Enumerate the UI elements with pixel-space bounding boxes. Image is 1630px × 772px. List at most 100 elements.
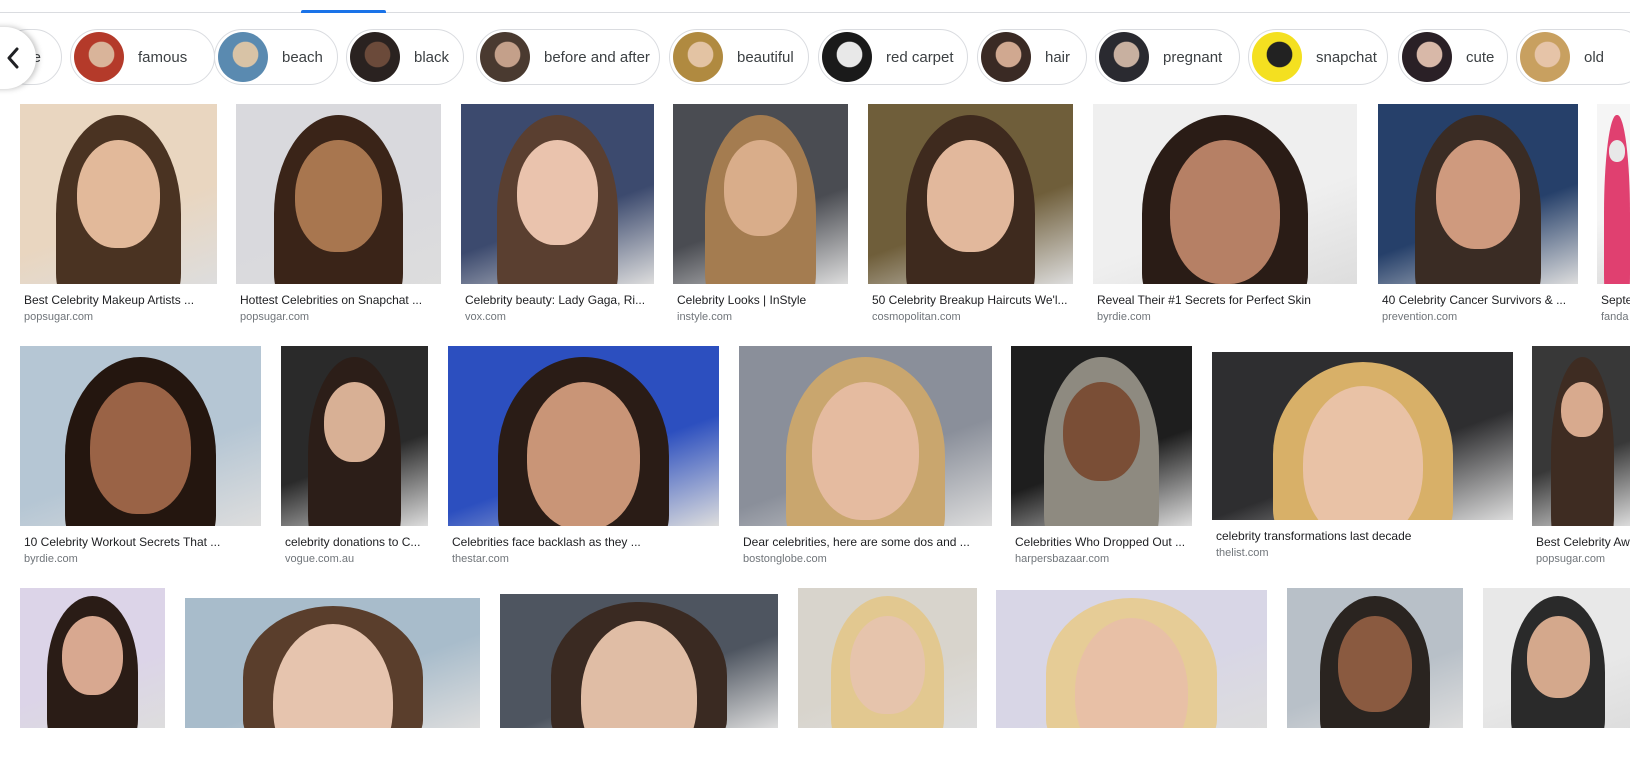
image-result[interactable]: Hottest Celebrities on Snapchat ... popsu… — [236, 104, 441, 328]
result-thumbnail — [996, 590, 1267, 728]
result-source[interactable]: prevention.com — [1382, 311, 1457, 323]
related-searches-chips: e famous beach black before and after beautif… — [0, 29, 1630, 87]
image-result[interactable]: Celebrities Who Dropped Out ... harpersba… — [1011, 346, 1192, 570]
result-source[interactable]: byrdie.com — [24, 553, 78, 565]
result-thumbnail — [1011, 346, 1192, 526]
chip-old[interactable]: old — [1516, 29, 1630, 85]
portrait-face — [1526, 616, 1590, 698]
chip-red-carpet[interactable]: red carpet — [818, 29, 968, 85]
result-thumbnail — [448, 346, 719, 526]
result-thumbnail — [1532, 346, 1630, 526]
result-title[interactable]: Celebrity Looks | InStyle — [677, 293, 846, 307]
result-title[interactable]: Dear celebrities, here are some dos and … — [743, 535, 990, 549]
chip-famous[interactable]: famous — [70, 29, 215, 85]
image-result[interactable]: Dear celebrities, here are some dos and … — [739, 346, 992, 570]
result-source[interactable]: popsugar.com — [240, 311, 309, 323]
result-source[interactable]: vogue.com.au — [285, 553, 354, 565]
chip-label: old — [1584, 48, 1605, 66]
chip-thumbnail — [1099, 32, 1149, 82]
result-title[interactable]: Septe — [1601, 293, 1630, 307]
image-result[interactable]: 10 Celebrity Workout Secrets That ... byr… — [20, 346, 261, 570]
image-result[interactable]: celebrity transformations last decade the… — [1212, 352, 1513, 564]
chip-thumbnail — [350, 32, 400, 82]
chip-snapchat[interactable]: snapchat — [1248, 29, 1388, 85]
image-result[interactable]: Best Celebrity Makeup Artists ... popsuga… — [20, 104, 217, 328]
result-thumbnail — [1287, 588, 1463, 728]
header-divider — [0, 12, 1630, 13]
result-title[interactable]: Reveal Their #1 Secrets for Perfect Skin — [1097, 293, 1355, 307]
result-title[interactable]: Celebrity beauty: Lady Gaga, Ri... — [465, 293, 652, 307]
image-result[interactable]: Reveal Their #1 Secrets for Perfect Skin… — [1093, 104, 1357, 328]
portrait-face — [1338, 616, 1412, 713]
result-thumbnail — [185, 598, 480, 728]
result-title[interactable]: celebrity donations to C... — [285, 535, 426, 549]
result-thumbnail — [1378, 104, 1578, 284]
chip-cute[interactable]: cute — [1398, 29, 1508, 85]
chip-thumbnail — [1402, 32, 1452, 82]
result-title[interactable]: celebrity transformations last decade — [1216, 529, 1511, 543]
result-source[interactable]: thelist.com — [1216, 547, 1269, 559]
chip-thumbnail — [480, 32, 530, 82]
image-result[interactable]: celebrity donations to C... vogue.com.au — [281, 346, 428, 570]
result-thumbnail — [868, 104, 1073, 284]
chip-black[interactable]: black — [346, 29, 464, 85]
chip-label: snapchat — [1316, 48, 1377, 66]
chip-thumbnail — [981, 32, 1031, 82]
result-thumbnail — [739, 346, 992, 526]
image-result[interactable]: Best Celebrity Aw popsugar.com — [1532, 346, 1630, 570]
chip-label: before and after — [544, 48, 650, 66]
chip-before-and-after[interactable]: before and after — [476, 29, 660, 85]
result-thumbnail — [1093, 104, 1357, 284]
image-result[interactable]: 50 Celebrity Breakup Haircuts We'l... cos… — [868, 104, 1073, 328]
result-source[interactable]: bostonglobe.com — [743, 553, 827, 565]
result-title[interactable]: 40 Celebrity Cancer Survivors & ... — [1382, 293, 1576, 307]
portrait-face — [849, 616, 926, 714]
portrait-face — [927, 140, 1014, 252]
portrait-face — [516, 140, 599, 246]
chip-thumbnail — [1252, 32, 1302, 82]
result-source[interactable]: vox.com — [465, 311, 506, 323]
result-title[interactable]: Best Celebrity Aw — [1536, 535, 1630, 549]
result-source[interactable]: fanda — [1601, 311, 1629, 323]
image-result[interactable]: 40 Celebrity Cancer Survivors & ... preve… — [1378, 104, 1578, 328]
chip-label: famous — [138, 48, 188, 66]
image-result[interactable] — [185, 598, 480, 772]
result-title[interactable]: 50 Celebrity Breakup Haircuts We'l... — [872, 293, 1071, 307]
portrait-face — [62, 616, 123, 696]
chip-beautiful[interactable]: beautiful — [669, 29, 809, 85]
chip-pregnant[interactable]: pregnant — [1095, 29, 1240, 85]
result-source[interactable]: cosmopolitan.com — [872, 311, 961, 323]
portrait-face — [723, 140, 798, 236]
image-result[interactable] — [20, 588, 165, 772]
image-result[interactable]: Celebrity beauty: Lady Gaga, Ri... vox.co… — [461, 104, 654, 328]
result-source[interactable]: harpersbazaar.com — [1015, 553, 1109, 565]
result-title[interactable]: Celebrities Who Dropped Out ... — [1015, 535, 1190, 549]
result-source[interactable]: popsugar.com — [1536, 553, 1605, 565]
chevron-left-icon — [7, 47, 19, 69]
result-source[interactable]: byrdie.com — [1097, 311, 1151, 323]
image-result[interactable]: Celebrities face backlash as they ... the… — [448, 346, 719, 570]
image-result[interactable] — [500, 594, 778, 772]
image-result[interactable] — [1483, 588, 1630, 772]
result-title[interactable]: Celebrities face backlash as they ... — [452, 535, 717, 549]
chip-label: hair — [1045, 48, 1071, 66]
result-source[interactable]: instyle.com — [677, 311, 732, 323]
chip-thumbnail — [1520, 32, 1570, 82]
portrait-face — [89, 382, 192, 514]
chip-label: pregnant — [1163, 48, 1223, 66]
result-title[interactable]: Best Celebrity Makeup Artists ... — [24, 293, 215, 307]
portrait-face — [1561, 382, 1603, 437]
result-source[interactable]: popsugar.com — [24, 311, 93, 323]
image-result[interactable]: Septe fanda — [1597, 104, 1630, 328]
result-title[interactable]: Hottest Celebrities on Snapchat ... — [240, 293, 439, 307]
chip-hair[interactable]: hair — [977, 29, 1087, 85]
chip-thumbnail — [218, 32, 268, 82]
chip-beach[interactable]: beach — [214, 29, 338, 85]
result-source[interactable]: thestar.com — [452, 553, 509, 565]
image-result[interactable]: Celebrity Looks | InStyle instyle.com — [673, 104, 848, 328]
image-result[interactable] — [798, 588, 977, 772]
image-result[interactable] — [1287, 588, 1463, 772]
result-title[interactable]: 10 Celebrity Workout Secrets That ... — [24, 535, 259, 549]
image-result[interactable] — [996, 590, 1267, 772]
chip-thumbnail — [74, 32, 124, 82]
